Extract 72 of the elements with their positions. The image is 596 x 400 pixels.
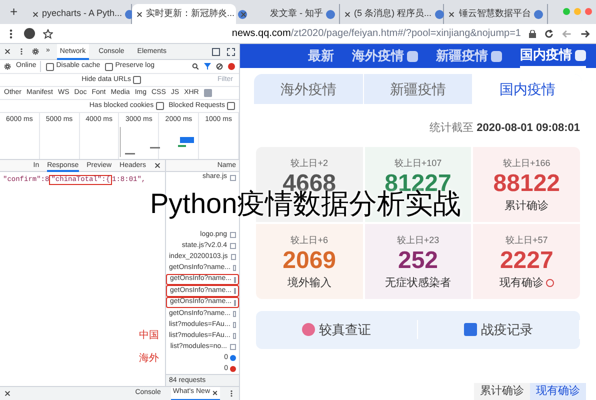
reload-icon[interactable] <box>544 28 554 38</box>
checkbox[interactable] <box>105 62 114 70</box>
stat-value: 2069 <box>282 247 336 275</box>
delta-text: 较上日+166 <box>503 156 550 170</box>
delta-text: 较上日+107 <box>394 156 442 170</box>
clear-icon[interactable] <box>216 63 223 70</box>
stat-label: 现有确诊 <box>500 276 544 291</box>
close-icon[interactable] <box>240 10 247 18</box>
delta-text: 较上日+6 <box>290 234 328 246</box>
annotation-text: 海外 <box>139 354 159 364</box>
sub-tab[interactable]: 国内疫情 <box>473 74 582 104</box>
stat-label: 境外输入 <box>287 276 332 291</box>
search-icon[interactable] <box>192 63 199 70</box>
close-icon[interactable] <box>4 390 11 397</box>
site-icon <box>326 10 335 18</box>
inspect-icon[interactable] <box>227 48 235 56</box>
delta-text: 较上日+2 <box>290 156 328 170</box>
site-icon <box>534 10 543 18</box>
stat-label: 累计确诊 <box>504 199 549 214</box>
tab-title: (5 条消息) 程序员... <box>354 7 432 20</box>
avatar-icon[interactable] <box>24 28 35 39</box>
close-icon[interactable] <box>154 162 161 169</box>
feature-link[interactable]: 较真查证 <box>256 320 418 340</box>
info-icon[interactable] <box>546 279 554 288</box>
calendar-icon <box>464 323 477 336</box>
close-icon[interactable] <box>32 10 39 18</box>
stat-value: 88122 <box>493 170 560 198</box>
checkbox[interactable] <box>46 62 54 70</box>
settings-icon[interactable] <box>4 63 11 70</box>
tab-title: 锤云智慧数据平台 <box>458 7 531 20</box>
delta-text: 较上日+23 <box>396 234 440 246</box>
nav-icon <box>407 50 418 62</box>
lock-icon <box>529 30 536 38</box>
device-icon[interactable] <box>212 48 220 56</box>
nav-icon <box>575 50 586 60</box>
stat-value: 2227 <box>500 247 554 275</box>
stat-label: 无症状感染者 <box>384 276 451 291</box>
address-field[interactable]: news.qq.com/zt2020/page/feiyan.htm#/?pool=xinjiang&nojump=1 <box>61 26 521 41</box>
tab-title: 实时更新：新冠肺炎... <box>146 7 235 20</box>
tab-title: pyecharts - A Pyth... <box>42 7 122 20</box>
all-filter-icon[interactable] <box>204 89 212 97</box>
settings-icon[interactable] <box>32 48 39 55</box>
close-icon[interactable] <box>212 390 218 396</box>
close-icon[interactable] <box>4 48 11 55</box>
nav-tab[interactable]: 海外疫情 <box>352 44 418 68</box>
forward-arrow-icon[interactable] <box>580 28 590 38</box>
site-icon <box>434 10 444 18</box>
nav-tab[interactable]: 国内疫情 <box>520 44 586 68</box>
checkbox[interactable] <box>133 76 141 84</box>
update-time: 统计截至 2020-08-01 09:08:01 <box>430 122 580 134</box>
delta-text: 较上日+57 <box>506 234 548 246</box>
menu-icon[interactable] <box>18 48 25 55</box>
annotation-text: 中国 <box>139 330 159 340</box>
sub-tab[interactable]: 海外疫情 <box>254 74 364 104</box>
nav-tab[interactable]: 最新 <box>308 44 334 68</box>
tab-title: 发文章 - 知乎 <box>269 7 323 20</box>
nav-tab[interactable]: 新疆疫情 <box>436 44 502 68</box>
feature-link[interactable]: 战疫记录 <box>418 320 580 340</box>
close-icon[interactable] <box>344 10 351 18</box>
close-icon[interactable] <box>136 10 143 18</box>
checkbox[interactable] <box>156 102 164 110</box>
filter-icon[interactable] <box>204 63 211 70</box>
close-icon[interactable] <box>448 10 455 18</box>
menu-icon[interactable] <box>228 390 235 397</box>
record-icon[interactable] <box>228 63 235 70</box>
stat-value: 252 <box>398 247 438 275</box>
new-tab-button[interactable]: + <box>10 5 18 18</box>
nav-icon <box>491 50 502 62</box>
star-icon[interactable] <box>43 28 53 38</box>
checkbox[interactable] <box>227 102 235 110</box>
chart-tab[interactable]: 现有确诊 <box>530 383 586 400</box>
chart-tab[interactable]: 累计确诊 <box>474 383 530 400</box>
